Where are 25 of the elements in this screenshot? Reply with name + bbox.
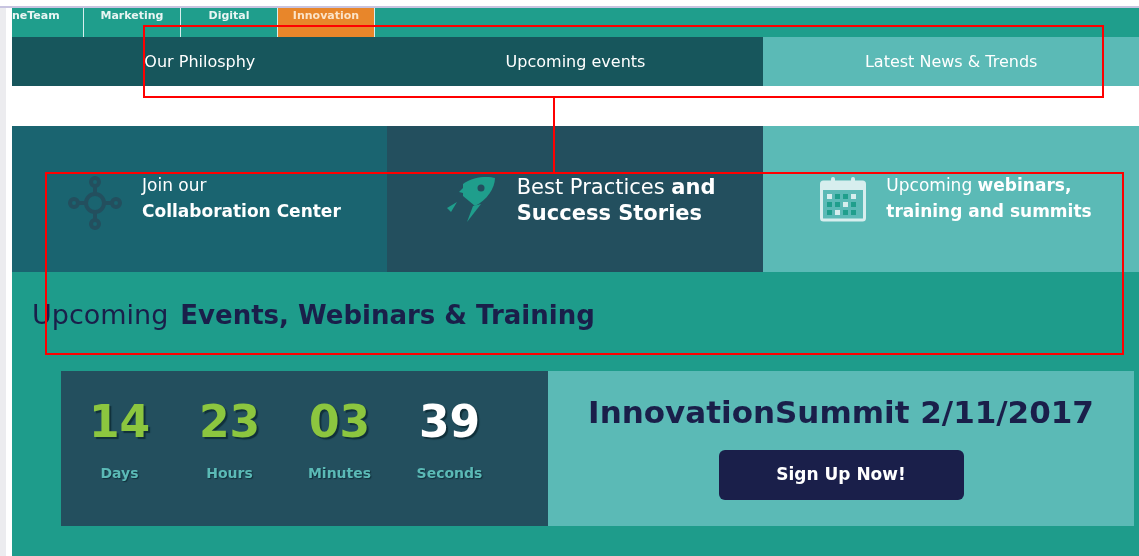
countdown-unit: Days — [100, 464, 139, 483]
feature-card[interactable]: Join our Collaboration Center — [12, 126, 387, 272]
sign-up-button[interactable]: Sign Up Now! — [718, 449, 964, 500]
countdown-value: 39 — [418, 397, 481, 447]
countdown-unit: Seconds — [416, 464, 483, 483]
countdown-unit: Minutes — [307, 464, 372, 483]
feature-text: Best Practices and — [516, 174, 716, 200]
feature-card[interactable]: Best Practices and Success Stories — [386, 126, 764, 272]
section-tab[interactable]: Our Philosphy — [12, 37, 388, 86]
countdown-value: 14 — [88, 397, 151, 447]
top-nav-tab[interactable]: Innovation — [278, 8, 375, 37]
section-heading-bold: Events, Webinars & Training — [180, 298, 595, 332]
section-tab[interactable]: Upcoming events — [387, 37, 764, 86]
feature-card[interactable]: Upcoming webinars, training and summits — [763, 126, 1139, 272]
section-tab[interactable]: Latest News & Trends — [763, 37, 1139, 86]
feature-text: Collaboration Center — [142, 200, 341, 223]
event-title: InnovationSummit 2/11/2017 — [588, 393, 1094, 432]
countdown-value: 23 — [198, 397, 261, 447]
calendar-icon — [820, 176, 867, 222]
feature-text: Success Stories — [516, 200, 704, 226]
feature-text: Join our — [142, 174, 208, 197]
countdown-unit: Hours — [206, 464, 253, 483]
feature-text: training and summits — [886, 200, 1092, 223]
countdown-value: 03 — [308, 397, 371, 447]
feature-text: Upcoming webinars, — [886, 174, 1073, 197]
